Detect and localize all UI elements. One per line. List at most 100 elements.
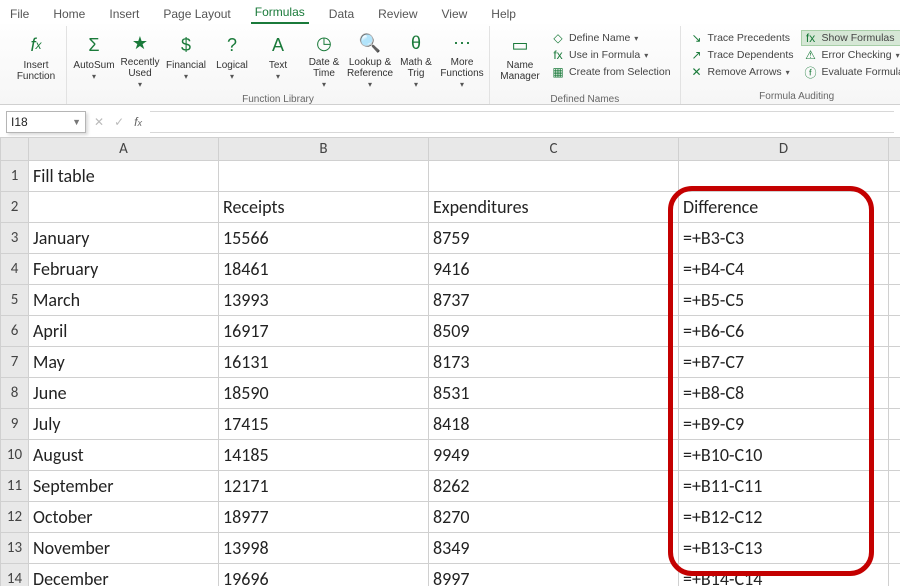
evaluate-formula-button[interactable]: ⓕEvaluate Formula bbox=[801, 64, 900, 80]
cell[interactable] bbox=[889, 378, 900, 409]
cell[interactable]: =+B10-C10 bbox=[679, 440, 889, 471]
cell[interactable]: June bbox=[29, 378, 219, 409]
cell[interactable]: 13993 bbox=[219, 285, 429, 316]
cell[interactable]: November bbox=[29, 533, 219, 564]
cell[interactable]: 8262 bbox=[429, 471, 679, 502]
row-header[interactable]: 7 bbox=[1, 347, 29, 378]
financial-button[interactable]: $Financial▾ bbox=[165, 30, 207, 92]
cell[interactable]: 16917 bbox=[219, 316, 429, 347]
formula-bar[interactable] bbox=[150, 111, 894, 133]
cell[interactable]: =+B8-C8 bbox=[679, 378, 889, 409]
cell[interactable]: March bbox=[29, 285, 219, 316]
cell[interactable]: July bbox=[29, 409, 219, 440]
cell[interactable]: August bbox=[29, 440, 219, 471]
cell[interactable]: 17415 bbox=[219, 409, 429, 440]
cell[interactable] bbox=[889, 440, 900, 471]
math---trig-button[interactable]: θMath &Trig▾ bbox=[395, 30, 437, 92]
row-header[interactable]: 9 bbox=[1, 409, 29, 440]
cell[interactable]: February bbox=[29, 254, 219, 285]
tab-page-layout[interactable]: Page Layout bbox=[159, 5, 234, 24]
row-header[interactable]: 4 bbox=[1, 254, 29, 285]
cell[interactable] bbox=[889, 471, 900, 502]
remove-arrows-button[interactable]: ✕Remove Arrows▾ bbox=[687, 64, 797, 80]
cell[interactable] bbox=[219, 161, 429, 192]
chevron-down-icon[interactable]: ▼ bbox=[72, 117, 81, 127]
col-header-D[interactable]: D bbox=[679, 138, 889, 161]
cell[interactable]: 8349 bbox=[429, 533, 679, 564]
cell[interactable] bbox=[889, 409, 900, 440]
cell[interactable]: Expenditures bbox=[429, 192, 679, 223]
cell[interactable]: 15566 bbox=[219, 223, 429, 254]
cell[interactable]: =+B5-C5 bbox=[679, 285, 889, 316]
more-functions-button[interactable]: ⋯MoreFunctions▾ bbox=[441, 30, 483, 92]
row-header[interactable]: 8 bbox=[1, 378, 29, 409]
cell[interactable]: 8418 bbox=[429, 409, 679, 440]
tab-review[interactable]: Review bbox=[374, 5, 421, 24]
cell[interactable]: =+B12-C12 bbox=[679, 502, 889, 533]
row-header[interactable]: 1 bbox=[1, 161, 29, 192]
create-from-selection-button[interactable]: ▦ Create from Selection bbox=[548, 64, 674, 80]
col-header-B[interactable]: B bbox=[219, 138, 429, 161]
cell[interactable] bbox=[429, 161, 679, 192]
cell[interactable] bbox=[679, 161, 889, 192]
cell[interactable]: 8270 bbox=[429, 502, 679, 533]
cell[interactable]: =+B14-C14 bbox=[679, 564, 889, 586]
cell[interactable]: =+B13-C13 bbox=[679, 533, 889, 564]
tab-data[interactable]: Data bbox=[325, 5, 358, 24]
cell[interactable]: 8173 bbox=[429, 347, 679, 378]
row-header[interactable]: 6 bbox=[1, 316, 29, 347]
cell[interactable]: 16131 bbox=[219, 347, 429, 378]
cell[interactable]: 19696 bbox=[219, 564, 429, 586]
trace-precedents-button[interactable]: ↘Trace Precedents bbox=[687, 30, 797, 46]
tab-file[interactable]: File bbox=[6, 5, 33, 24]
logical-button[interactable]: ?Logical▾ bbox=[211, 30, 253, 92]
cell[interactable]: May bbox=[29, 347, 219, 378]
fx-icon[interactable]: fx bbox=[134, 115, 142, 129]
col-header-[interactable] bbox=[889, 138, 900, 161]
cell[interactable] bbox=[889, 161, 900, 192]
cell[interactable] bbox=[889, 192, 900, 223]
cell[interactable]: 18977 bbox=[219, 502, 429, 533]
cell[interactable] bbox=[889, 254, 900, 285]
cell[interactable]: =+B7-C7 bbox=[679, 347, 889, 378]
row-header[interactable]: 2 bbox=[1, 192, 29, 223]
cell[interactable]: =+B11-C11 bbox=[679, 471, 889, 502]
cell[interactable]: =+B9-C9 bbox=[679, 409, 889, 440]
spreadsheet-grid[interactable]: ABCD 1Fill table2ReceiptsExpendituresDif… bbox=[0, 137, 900, 586]
recently-used-button[interactable]: ★RecentlyUsed▾ bbox=[119, 30, 161, 92]
tab-formulas[interactable]: Formulas bbox=[251, 3, 309, 24]
cell[interactable]: 9416 bbox=[429, 254, 679, 285]
cell[interactable] bbox=[889, 533, 900, 564]
cell[interactable] bbox=[889, 316, 900, 347]
cell[interactable] bbox=[889, 564, 900, 586]
cell[interactable]: April bbox=[29, 316, 219, 347]
autosum-button[interactable]: ΣAutoSum▾ bbox=[73, 30, 115, 92]
cell[interactable]: 13998 bbox=[219, 533, 429, 564]
tab-home[interactable]: Home bbox=[49, 5, 89, 24]
error-checking-button[interactable]: ⚠Error Checking▾ bbox=[801, 47, 900, 63]
show-formulas-button[interactable]: fxShow Formulas bbox=[801, 30, 900, 46]
cell[interactable] bbox=[889, 223, 900, 254]
cell[interactable]: January bbox=[29, 223, 219, 254]
date---time-button[interactable]: ◷Date &Time▾ bbox=[303, 30, 345, 92]
cell[interactable]: 8997 bbox=[429, 564, 679, 586]
cell[interactable]: =+B3-C3 bbox=[679, 223, 889, 254]
name-box[interactable]: I18 ▼ bbox=[6, 111, 86, 133]
cell[interactable]: Receipts bbox=[219, 192, 429, 223]
cell[interactable]: 18590 bbox=[219, 378, 429, 409]
cell[interactable] bbox=[889, 502, 900, 533]
lookup---reference-button[interactable]: 🔍Lookup &Reference▾ bbox=[349, 30, 391, 92]
tab-help[interactable]: Help bbox=[487, 5, 520, 24]
cell[interactable]: =+B6-C6 bbox=[679, 316, 889, 347]
cell[interactable] bbox=[29, 192, 219, 223]
row-header[interactable]: 10 bbox=[1, 440, 29, 471]
row-header[interactable]: 5 bbox=[1, 285, 29, 316]
col-header-A[interactable]: A bbox=[29, 138, 219, 161]
trace-dependents-button[interactable]: ↗Trace Dependents bbox=[687, 47, 797, 63]
name-manager-button[interactable]: ▭ NameManager bbox=[496, 30, 544, 92]
cell[interactable]: 8737 bbox=[429, 285, 679, 316]
cell[interactable]: 14185 bbox=[219, 440, 429, 471]
cell[interactable]: 8759 bbox=[429, 223, 679, 254]
row-header[interactable]: 13 bbox=[1, 533, 29, 564]
cell[interactable]: 9949 bbox=[429, 440, 679, 471]
